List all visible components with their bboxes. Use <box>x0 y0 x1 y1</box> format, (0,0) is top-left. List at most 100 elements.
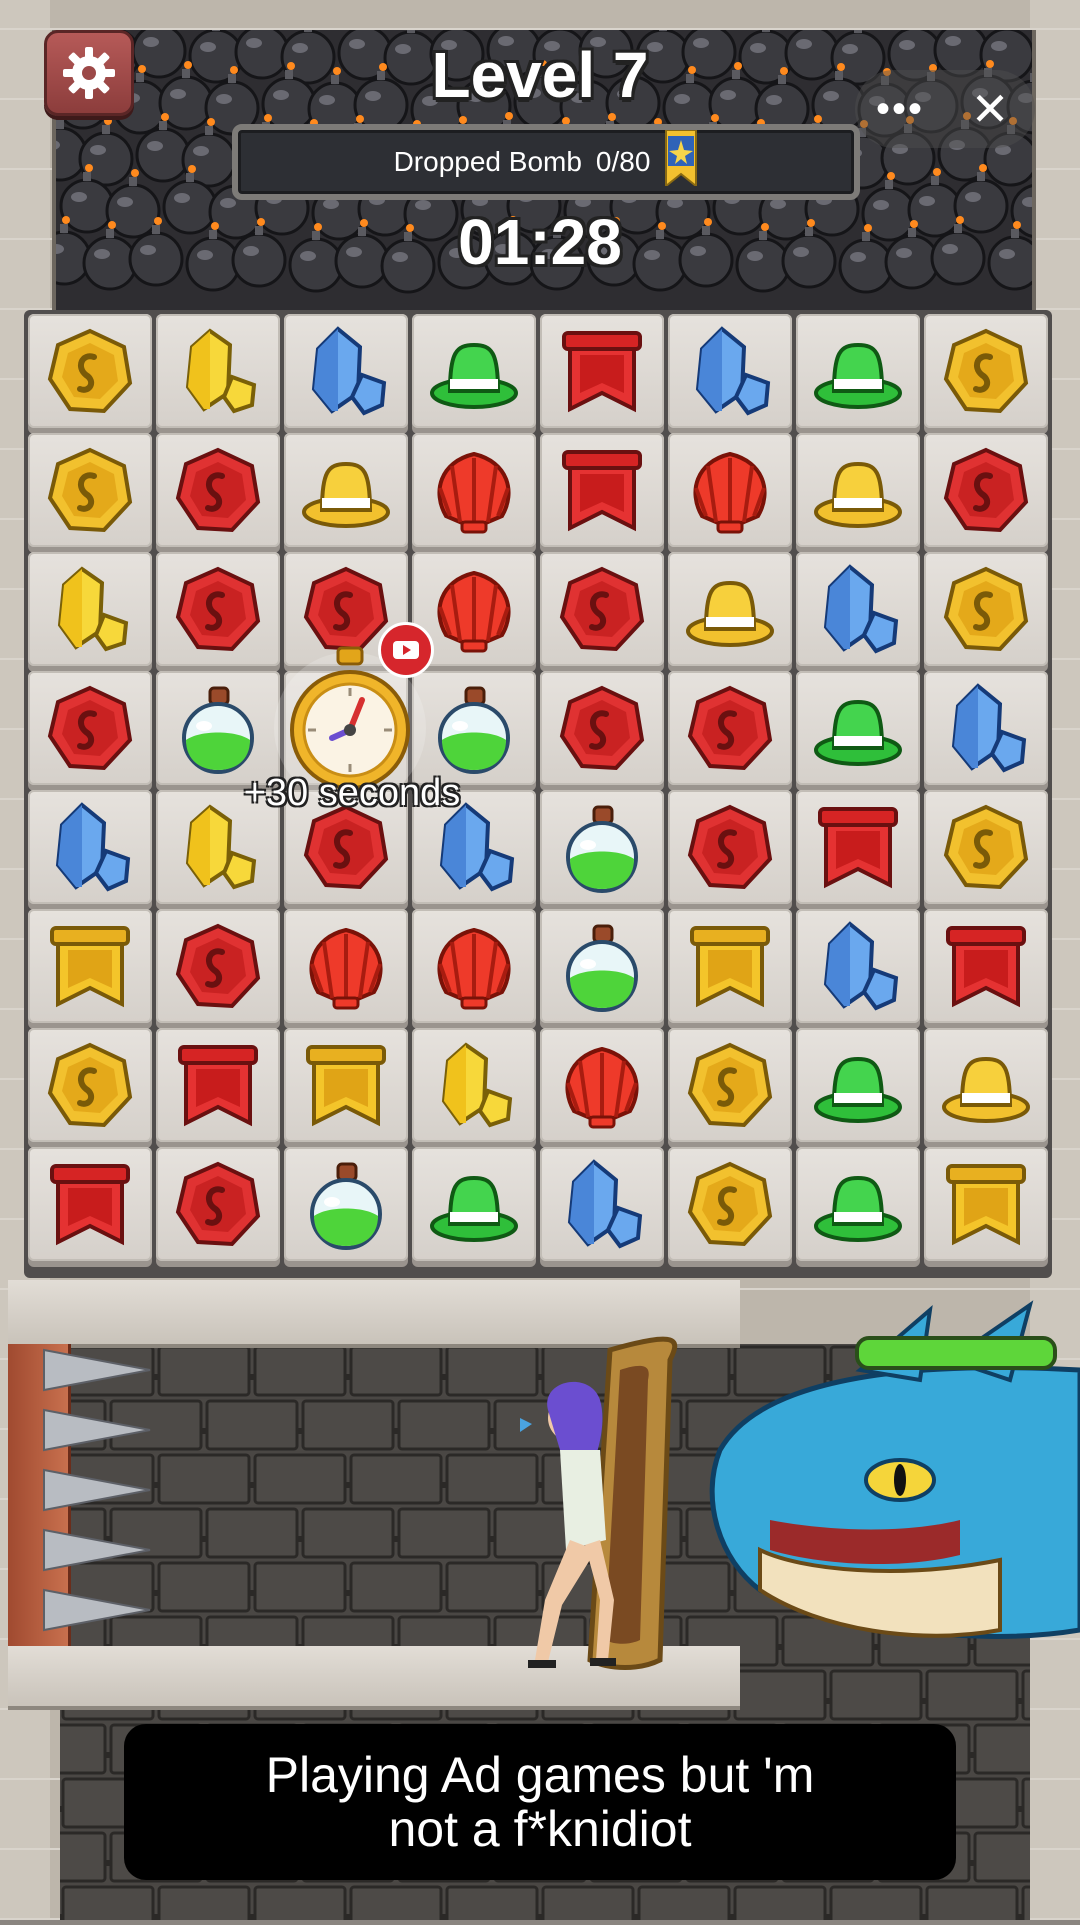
tile-red-shell[interactable] <box>412 909 536 1023</box>
yellow-banner-icon <box>946 1164 1026 1246</box>
tile-green-hat[interactable] <box>796 671 920 785</box>
yellow-hat-icon <box>942 1056 1030 1123</box>
tile-green-potion[interactable] <box>284 1147 408 1261</box>
tile-red-coin[interactable] <box>156 552 280 666</box>
green-hat-icon <box>814 342 902 409</box>
tile-red-coin[interactable] <box>668 790 792 904</box>
tile-red-banner[interactable] <box>924 909 1048 1023</box>
blue-crystal-icon <box>695 326 771 416</box>
tile-yellow-gem[interactable] <box>156 314 280 428</box>
red-coin-icon <box>175 1161 261 1247</box>
tile-gold-coin[interactable] <box>28 433 152 547</box>
tile-green-potion[interactable] <box>540 909 664 1023</box>
tile-blue-crystal[interactable] <box>924 671 1048 785</box>
tile-gold-coin[interactable] <box>28 314 152 428</box>
tile-red-banner[interactable] <box>540 433 664 547</box>
tile-red-shell[interactable] <box>412 433 536 547</box>
tile-blue-crystal[interactable] <box>668 314 792 428</box>
tile-blue-crystal[interactable] <box>540 1147 664 1261</box>
bomb-icon <box>784 30 840 81</box>
tile-green-hat[interactable] <box>412 1147 536 1261</box>
tile-blue-crystal[interactable] <box>796 552 920 666</box>
tile-gold-coin[interactable] <box>668 1147 792 1261</box>
settings-button[interactable] <box>44 30 134 116</box>
tile-red-coin[interactable] <box>540 671 664 785</box>
tile-gold-coin[interactable] <box>668 1028 792 1142</box>
blue-crystal-icon <box>823 564 899 654</box>
tile-yellow-banner[interactable] <box>284 1028 408 1142</box>
gold-coin-icon <box>687 1042 773 1128</box>
ribbon-flag-icon <box>665 130 698 186</box>
video-ad-icon[interactable] <box>378 622 434 678</box>
tile-red-coin[interactable] <box>156 909 280 1023</box>
close-icon[interactable]: ✕ <box>945 86 1035 132</box>
red-banner-icon <box>946 926 1026 1008</box>
tile-red-coin[interactable] <box>668 671 792 785</box>
red-banner-icon <box>818 807 898 889</box>
red-coin-icon <box>559 566 645 652</box>
gold-coin-icon <box>687 1161 773 1247</box>
bonus-label: +30 seconds <box>243 772 461 814</box>
green-potion-icon <box>566 924 638 1012</box>
goal-progress-bar: Dropped Bomb 0/80 <box>232 124 860 200</box>
tile-blue-crystal[interactable] <box>796 909 920 1023</box>
green-potion-icon <box>438 686 510 774</box>
green-hat-icon <box>814 1175 902 1242</box>
tile-red-banner[interactable] <box>796 790 920 904</box>
tile-red-coin[interactable] <box>924 433 1048 547</box>
tile-yellow-banner[interactable] <box>668 909 792 1023</box>
yellow-banner-icon <box>50 926 130 1008</box>
tile-green-hat[interactable] <box>412 314 536 428</box>
red-coin-icon <box>175 923 261 1009</box>
tile-yellow-gem[interactable] <box>412 1028 536 1142</box>
tile-red-banner[interactable] <box>156 1028 280 1142</box>
goal-count: 0/80 <box>595 146 651 177</box>
gold-coin-icon <box>943 566 1029 652</box>
tile-green-potion[interactable] <box>412 671 536 785</box>
gear-icon <box>63 47 115 99</box>
green-hat-icon <box>430 1175 518 1242</box>
green-potion-icon <box>566 805 638 893</box>
tile-gold-coin[interactable] <box>924 790 1048 904</box>
tile-green-potion[interactable] <box>156 671 280 785</box>
tile-red-coin[interactable] <box>156 433 280 547</box>
tile-green-potion[interactable] <box>540 790 664 904</box>
green-hat-icon <box>430 342 518 409</box>
tile-blue-crystal[interactable] <box>284 314 408 428</box>
tile-yellow-hat[interactable] <box>284 433 408 547</box>
caption-line-2: not a f*knidiot <box>388 1801 692 1857</box>
tile-red-shell[interactable] <box>540 1028 664 1142</box>
gold-coin-icon <box>47 1042 133 1128</box>
gold-coin-icon <box>47 447 133 533</box>
tile-yellow-hat[interactable] <box>668 552 792 666</box>
tile-gold-coin[interactable] <box>28 1028 152 1142</box>
tile-red-coin[interactable] <box>28 671 152 785</box>
video-caption: Playing Ad games but 'm not a f*knidiot <box>124 1724 956 1880</box>
tile-yellow-hat[interactable] <box>796 433 920 547</box>
red-shell-icon <box>437 570 511 653</box>
tile-gold-coin[interactable] <box>924 314 1048 428</box>
tile-red-coin[interactable] <box>540 552 664 666</box>
tile-red-banner[interactable] <box>540 314 664 428</box>
level-title: Level 7 <box>431 39 649 111</box>
tile-yellow-banner[interactable] <box>924 1147 1048 1261</box>
tile-yellow-hat[interactable] <box>924 1028 1048 1142</box>
blue-crystal-icon <box>55 802 131 892</box>
ellipsis-icon[interactable]: ••• <box>855 89 945 129</box>
tile-green-hat[interactable] <box>796 314 920 428</box>
tile-gold-coin[interactable] <box>924 552 1048 666</box>
tile-red-banner[interactable] <box>28 1147 152 1261</box>
tile-red-shell[interactable] <box>668 433 792 547</box>
tile-red-coin[interactable] <box>156 1147 280 1261</box>
tile-green-hat[interactable] <box>796 1028 920 1142</box>
blue-crystal-icon <box>311 326 387 416</box>
hero-girl <box>520 1336 678 1670</box>
red-banner-icon <box>50 1164 130 1246</box>
tile-green-hat[interactable] <box>796 1147 920 1261</box>
tile-yellow-banner[interactable] <box>28 909 152 1023</box>
red-banner-icon <box>562 331 642 413</box>
tile-red-shell[interactable] <box>284 909 408 1023</box>
blue-crystal-icon <box>951 683 1027 773</box>
tile-yellow-gem[interactable] <box>28 552 152 666</box>
tile-blue-crystal[interactable] <box>28 790 152 904</box>
